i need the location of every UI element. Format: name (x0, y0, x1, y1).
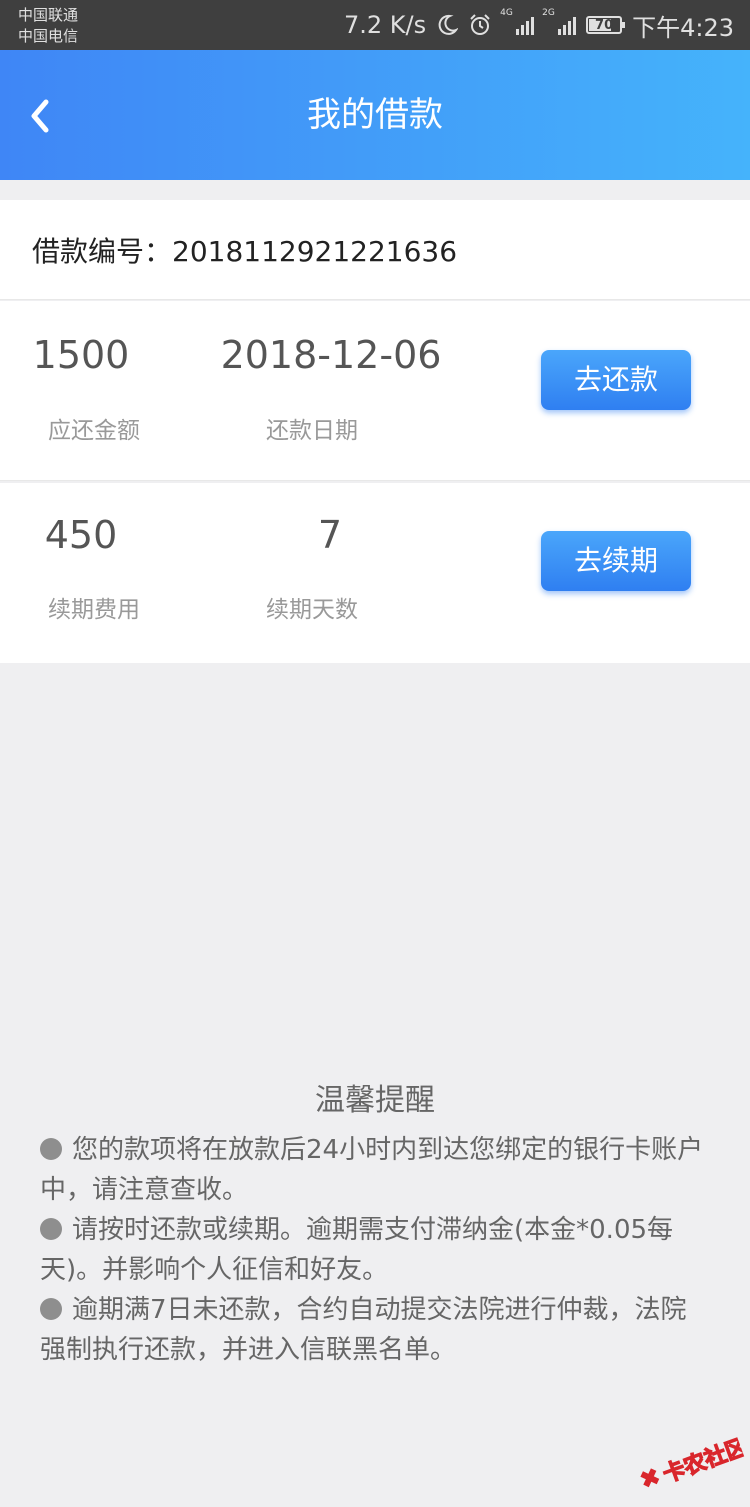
reminder-text: 请按时还款或续期。逾期需支付滞纳金(本金*0.05每天)。并影响个人征信和好友。 (40, 1215, 674, 1285)
page-title: 我的借款 (307, 95, 443, 135)
repay-date-label: 还款日期 (266, 418, 358, 444)
clock: 下午4:23 (632, 13, 734, 42)
repay-date: 2018-12-06 (220, 333, 442, 377)
loan-number-card: 借款编号：2018112921221636 (0, 200, 750, 300)
moon-icon (438, 14, 459, 35)
bullet-icon (40, 1218, 62, 1240)
reminder-text: 您的款项将在放款后24小时内到达您绑定的银行卡账户中，请注意查收。 (40, 1135, 704, 1205)
watermark-logo: 卡农社区 (640, 1433, 749, 1489)
renew-row: 450 续期费用 7 续期天数 去续期 (0, 483, 750, 663)
alarm-icon (470, 14, 490, 35)
net-speed: 7.2 K/s (343, 11, 427, 39)
renew-button[interactable]: 去续期 (541, 531, 691, 591)
renew-fee-label: 续期费用 (48, 597, 140, 623)
loan-number-label: 借款编号： (32, 235, 173, 268)
carrier-2: 中国电信 (18, 27, 79, 45)
reminder-item: 逾期满7日未还款，合约自动提交法院进行仲裁，法院强制执行还款，并进入信联黑名单。 (40, 1290, 710, 1370)
reminder-item: 您的款项将在放款后24小时内到达您绑定的银行卡账户中，请注意查收。 (40, 1130, 710, 1210)
reminder-list: 您的款项将在放款后24小时内到达您绑定的银行卡账户中，请注意查收。 请按时还款或… (40, 1130, 710, 1370)
signal-icon: 2G (542, 8, 577, 35)
bullet-icon (40, 1298, 62, 1320)
app-header: 我的借款 (0, 50, 750, 180)
carrier-1: 中国联通 (18, 6, 79, 24)
signal-1-label: 4G (500, 8, 513, 18)
renew-days-label: 续期天数 (266, 597, 358, 623)
carrier-info: 中国联通 中国电信 (18, 5, 78, 47)
signal-2-label: 2G (542, 8, 555, 18)
repay-row: 1500 应还金额 2018-12-06 还款日期 去还款 (0, 301, 750, 481)
watermark-text: 卡农社区 (660, 1433, 749, 1488)
repay-amount-label: 应还金额 (48, 418, 140, 444)
status-bar: 中国联通 中国电信 7.2 K/s 4G 2G 70 下午4:23 (0, 0, 750, 50)
loan-number-value: 2018112921221636 (172, 235, 458, 268)
repay-button[interactable]: 去还款 (541, 350, 691, 410)
renew-fee: 450 (44, 513, 118, 557)
loan-number-line: 借款编号：2018112921221636 (32, 230, 457, 270)
repay-amount: 1500 (32, 333, 130, 377)
signal-icon: 4G (500, 8, 535, 35)
status-icons: 7.2 K/s 4G 2G 70 下午4:23 (344, 0, 734, 50)
battery-icon: 70 (586, 16, 626, 34)
battery-level: 70 (595, 17, 614, 33)
renew-days: 7 (317, 513, 343, 557)
reminder-text: 逾期满7日未还款，合约自动提交法院进行仲裁，法院强制执行还款，并进入信联黑名单。 (40, 1295, 687, 1365)
reminder-title: 温馨提醒 (315, 1083, 435, 1118)
reminder-item: 请按时还款或续期。逾期需支付滞纳金(本金*0.05每天)。并影响个人征信和好友。 (40, 1210, 710, 1290)
bullet-icon (40, 1138, 62, 1160)
